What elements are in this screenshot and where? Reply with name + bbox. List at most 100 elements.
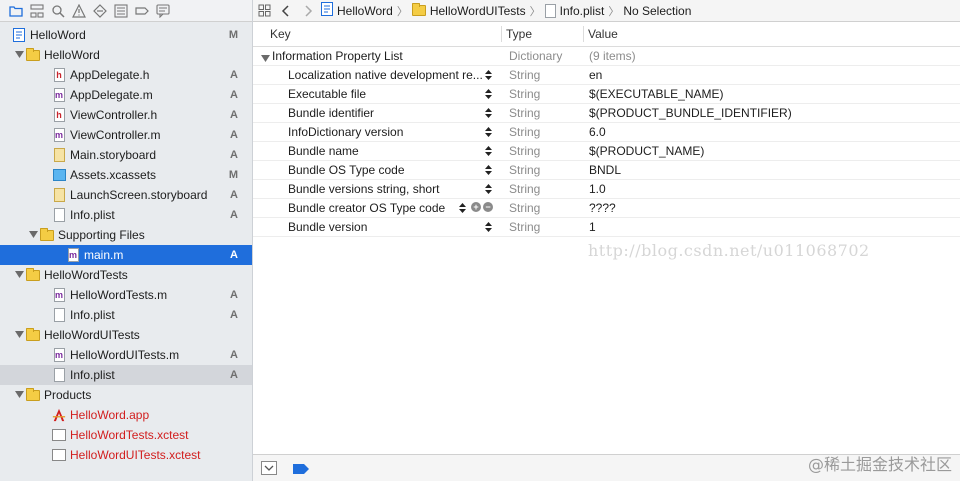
tree-row[interactable]: HelloWordTests.xctest xyxy=(0,425,252,445)
disclosure-triangle-icon[interactable] xyxy=(28,230,38,240)
disclosure-triangle-icon[interactable] xyxy=(261,52,270,66)
plist-type[interactable]: String xyxy=(509,87,540,101)
add-row-icon[interactable]: + xyxy=(471,202,481,212)
key-stepper-icon[interactable] xyxy=(485,183,492,195)
forward-arrow-icon[interactable] xyxy=(297,4,319,17)
breadcrumb-file[interactable]: Info.plist xyxy=(543,3,607,18)
key-stepper-icon[interactable] xyxy=(485,88,492,100)
plist-key[interactable]: Bundle OS Type code xyxy=(288,163,483,177)
breadcrumb-project[interactable]: HelloWord xyxy=(319,2,395,19)
tag-icon[interactable] xyxy=(293,463,309,477)
column-type[interactable]: Type xyxy=(506,27,532,41)
plist-value[interactable]: ???? xyxy=(589,201,616,215)
tree-row[interactable]: Supporting Files xyxy=(0,225,252,245)
plist-key[interactable]: Bundle version xyxy=(288,220,483,234)
plist-key[interactable]: Bundle creator OS Type code xyxy=(288,201,483,215)
tag-icon[interactable] xyxy=(134,3,150,19)
folder-icon[interactable] xyxy=(8,3,24,19)
key-stepper-icon[interactable] xyxy=(485,221,492,233)
breadcrumb-selection[interactable]: No Selection xyxy=(621,4,693,18)
breadcrumb-folder[interactable]: HelloWordUITests xyxy=(410,3,528,18)
plist-type[interactable]: String xyxy=(509,125,540,139)
tree-row[interactable]: HelloWord M xyxy=(0,25,252,45)
tree-row[interactable]: m AppDelegate.m A xyxy=(0,85,252,105)
column-value[interactable]: Value xyxy=(588,27,618,41)
plist-row[interactable]: Bundle OS Type code String BNDL xyxy=(253,161,960,180)
plist-row[interactable]: Executable file String $(EXECUTABLE_NAME) xyxy=(253,85,960,104)
plist-root-row[interactable]: Information Property List Dictionary (9 it… xyxy=(253,47,960,66)
tree-row[interactable]: Info.plist A xyxy=(0,365,252,385)
plist-row[interactable]: Bundle versions string, short String 1.0 xyxy=(253,180,960,199)
diamond-icon[interactable] xyxy=(92,3,108,19)
key-stepper-icon[interactable] xyxy=(485,107,492,119)
tree-row[interactable]: HelloWord xyxy=(0,45,252,65)
plist-type[interactable]: String xyxy=(509,106,540,120)
key-stepper-icon[interactable] xyxy=(485,126,492,138)
plist-type[interactable]: String xyxy=(509,201,540,215)
tree-row[interactable]: LaunchScreen.storyboard A xyxy=(0,185,252,205)
plist-value[interactable]: 1 xyxy=(589,220,596,234)
disclosure-triangle-icon[interactable] xyxy=(14,50,24,60)
key-stepper-icon[interactable] xyxy=(459,202,466,214)
tree-row[interactable]: h AppDelegate.h A xyxy=(0,65,252,85)
speech-bubble-icon[interactable] xyxy=(155,3,171,19)
disclosure-triangle-icon[interactable] xyxy=(14,270,24,280)
column-key[interactable]: Key xyxy=(270,27,291,41)
tree-row[interactable]: Info.plist A xyxy=(0,205,252,225)
plist-row[interactable]: Localization native development re... Str… xyxy=(253,66,960,85)
plist-row[interactable]: InfoDictionary version String 6.0 xyxy=(253,123,960,142)
hierarchy-icon[interactable] xyxy=(29,3,45,19)
list-icon[interactable] xyxy=(113,3,129,19)
plist-key[interactable]: Information Property List xyxy=(272,49,497,63)
plist-key[interactable]: InfoDictionary version xyxy=(288,125,483,139)
tree-row[interactable]: HelloWordTests xyxy=(0,265,252,285)
plist-type[interactable]: String xyxy=(509,144,540,158)
search-icon[interactable] xyxy=(50,3,66,19)
disclosure-triangle-icon[interactable] xyxy=(14,330,24,340)
plist-key[interactable]: Bundle versions string, short xyxy=(288,182,483,196)
tree-row[interactable]: Info.plist A xyxy=(0,305,252,325)
plist-key[interactable]: Bundle identifier xyxy=(288,106,483,120)
plist-type[interactable]: Dictionary xyxy=(509,49,562,63)
remove-row-icon[interactable]: − xyxy=(483,202,493,212)
plist-value[interactable]: $(EXECUTABLE_NAME) xyxy=(589,87,723,101)
key-stepper-icon[interactable] xyxy=(485,164,492,176)
plist-key[interactable]: Bundle name xyxy=(288,144,483,158)
plist-value[interactable]: $(PRODUCT_NAME) xyxy=(589,144,704,158)
tree-row[interactable]: Products xyxy=(0,385,252,405)
back-arrow-icon[interactable] xyxy=(275,4,297,17)
filter-dropdown-icon[interactable] xyxy=(261,461,277,478)
plist-value[interactable]: 6.0 xyxy=(589,125,606,139)
tree-row-selected[interactable]: m main.m A xyxy=(0,245,252,265)
plist-type[interactable]: String xyxy=(509,163,540,177)
tree-row[interactable]: Assets.xcassets M xyxy=(0,165,252,185)
plist-value[interactable]: $(PRODUCT_BUNDLE_IDENTIFIER) xyxy=(589,106,792,120)
plist-value[interactable]: (9 items) xyxy=(589,49,636,63)
warning-icon[interactable] xyxy=(71,3,87,19)
tree-row[interactable]: Main.storyboard A xyxy=(0,145,252,165)
plist-key[interactable]: Executable file xyxy=(288,87,483,101)
plist-key[interactable]: Localization native development re... xyxy=(288,68,483,82)
plist-row[interactable]: Bundle name String $(PRODUCT_NAME) xyxy=(253,142,960,161)
plist-value[interactable]: BNDL xyxy=(589,163,621,177)
column-divider xyxy=(583,26,584,42)
tree-row[interactable]: HelloWordUITests xyxy=(0,325,252,345)
plist-type[interactable]: String xyxy=(509,220,540,234)
plist-row[interactable]: Bundle identifier String $(PRODUCT_BUNDLE_… xyxy=(253,104,960,123)
plist-value[interactable]: en xyxy=(589,68,602,82)
plist-row[interactable]: Bundle version String 1 xyxy=(253,218,960,237)
key-stepper-icon[interactable] xyxy=(485,69,492,81)
tree-row[interactable]: m HelloWordUITests.m A xyxy=(0,345,252,365)
plist-row[interactable]: Bundle creator OS Type code + − String???? xyxy=(253,199,960,218)
tree-row[interactable]: HelloWord.app xyxy=(0,405,252,425)
tree-row[interactable]: m ViewController.m A xyxy=(0,125,252,145)
plist-type[interactable]: String xyxy=(509,68,540,82)
key-stepper-icon[interactable] xyxy=(485,145,492,157)
tree-row[interactable]: HelloWordUITests.xctest xyxy=(0,445,252,465)
plist-value[interactable]: 1.0 xyxy=(589,182,606,196)
disclosure-triangle-icon[interactable] xyxy=(14,390,24,400)
plist-type[interactable]: String xyxy=(509,182,540,196)
grid-icon[interactable] xyxy=(253,4,275,17)
tree-row[interactable]: h ViewController.h A xyxy=(0,105,252,125)
tree-row[interactable]: m HelloWordTests.m A xyxy=(0,285,252,305)
